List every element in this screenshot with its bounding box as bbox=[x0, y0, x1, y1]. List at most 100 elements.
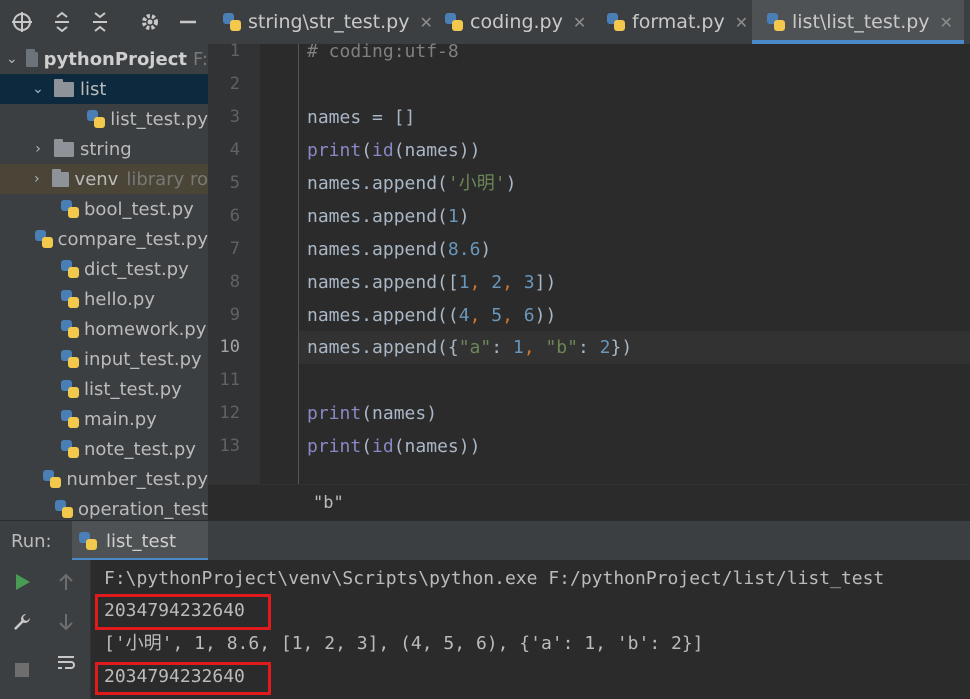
gear-icon[interactable] bbox=[138, 10, 162, 34]
tree-item-label: list_test.py bbox=[110, 108, 208, 130]
run-toolbar-secondary bbox=[42, 560, 91, 699]
python-file-icon bbox=[60, 349, 80, 369]
tree-item-list[interactable]: ⌄ list bbox=[0, 74, 208, 104]
python-file-icon bbox=[60, 439, 80, 459]
code-line-1: # coding:utf-8 bbox=[307, 41, 459, 62]
code-line-13: print(id(names)) bbox=[307, 436, 481, 457]
soft-wrap-icon[interactable] bbox=[54, 650, 78, 674]
minimize-icon[interactable] bbox=[176, 10, 200, 34]
tree-item-file[interactable]: input_test.py bbox=[0, 344, 208, 374]
console-line-command: F:\pythonProject\venv\Scripts\python.exe… bbox=[104, 568, 885, 589]
tree-item-label: operation_test bbox=[78, 498, 208, 520]
line-number: 8 bbox=[229, 272, 240, 292]
tab-label: string\str_test.py bbox=[248, 11, 410, 33]
tree-item-file[interactable]: note_test.py bbox=[0, 434, 208, 464]
run-tab-label: list_test bbox=[106, 530, 177, 552]
tree-item-label: homework.py bbox=[84, 318, 207, 340]
fold-divider bbox=[298, 44, 299, 484]
run-tab-list-test[interactable]: list_test bbox=[72, 521, 208, 561]
tree-item-label: note_test.py bbox=[84, 438, 196, 460]
line-number-current: 10 bbox=[219, 337, 240, 357]
tree-item-list-test-py[interactable]: list_test.py bbox=[0, 104, 208, 134]
python-file-icon bbox=[60, 199, 80, 219]
tree-item-file[interactable]: bool_test.py bbox=[0, 194, 208, 224]
line-number: 3 bbox=[229, 107, 240, 127]
tree-item-label: dict_test.py bbox=[84, 258, 189, 280]
tree-item-label: hello.py bbox=[84, 288, 155, 310]
code-line-12: print(names) bbox=[307, 403, 438, 424]
close-icon[interactable]: ✕ bbox=[735, 13, 748, 32]
python-file-icon bbox=[606, 12, 626, 32]
tree-item-label: input_test.py bbox=[84, 348, 202, 370]
tree-root[interactable]: ⌄ pythonProject F: bbox=[0, 44, 208, 74]
run-label: Run: bbox=[11, 531, 52, 552]
tab-list-test[interactable]: list\list_test.py ✕ bbox=[752, 0, 964, 44]
tree-item-string[interactable]: › string bbox=[0, 134, 208, 164]
chevron-right-icon[interactable]: › bbox=[30, 171, 44, 187]
python-file-icon bbox=[766, 12, 786, 32]
line-number: 13 bbox=[219, 436, 240, 456]
python-file-icon bbox=[54, 499, 74, 519]
tree-item-venv[interactable]: › venv library ro bbox=[0, 164, 208, 194]
run-icon[interactable] bbox=[10, 570, 34, 594]
chevron-right-icon[interactable]: › bbox=[30, 141, 46, 157]
arrow-up-icon[interactable] bbox=[54, 570, 78, 594]
tree-item-file[interactable]: homework.py bbox=[0, 314, 208, 344]
chevron-down-icon[interactable]: ⌄ bbox=[6, 51, 18, 67]
line-number: 7 bbox=[229, 239, 240, 259]
tree-item-label: bool_test.py bbox=[84, 198, 194, 220]
chevron-down-icon[interactable]: ⌄ bbox=[30, 81, 46, 97]
tree-item-file[interactable]: operation_test bbox=[0, 494, 208, 520]
collapse-all-icon[interactable] bbox=[88, 10, 112, 34]
wrench-icon[interactable] bbox=[10, 610, 34, 634]
tree-item-file[interactable]: compare_test.py bbox=[0, 224, 208, 254]
tree-item-file[interactable]: list_test.py bbox=[0, 374, 208, 404]
python-file-icon bbox=[60, 259, 80, 279]
locate-icon[interactable] bbox=[10, 10, 34, 34]
tab-format[interactable]: format.py ✕ bbox=[606, 0, 748, 44]
arrow-down-icon[interactable] bbox=[54, 610, 78, 634]
folder-icon bbox=[25, 48, 38, 67]
folder-icon bbox=[51, 168, 69, 187]
python-file-icon bbox=[86, 109, 106, 129]
tree-item-file[interactable]: hello.py bbox=[0, 284, 208, 314]
close-icon[interactable]: ✕ bbox=[419, 13, 432, 32]
highlight-box bbox=[95, 662, 271, 695]
tree-root-label: pythonProject bbox=[43, 48, 187, 70]
folder-icon bbox=[54, 138, 74, 157]
close-icon[interactable]: ✕ bbox=[940, 13, 953, 32]
python-file-icon bbox=[78, 531, 98, 551]
tree-item-hint: library ro bbox=[126, 168, 208, 190]
tree-root-hint: F: bbox=[192, 48, 208, 70]
breadcrumb-text[interactable]: "b" bbox=[313, 493, 344, 513]
python-file-icon bbox=[222, 12, 242, 32]
code-line-5: names.append('小明') bbox=[307, 173, 517, 194]
close-icon[interactable]: ✕ bbox=[573, 13, 586, 32]
python-file-icon bbox=[444, 12, 464, 32]
tree-item-file[interactable]: number_test.py bbox=[0, 464, 208, 494]
tab-label: list\list_test.py bbox=[792, 11, 930, 33]
tree-item-file[interactable]: main.py bbox=[0, 404, 208, 434]
code-line-8: names.append([1, 2, 3]) bbox=[307, 272, 557, 293]
tree-item-label: string bbox=[80, 138, 132, 160]
folder-icon bbox=[54, 78, 74, 97]
tree-item-label: list bbox=[80, 78, 107, 100]
tree-item-label: main.py bbox=[84, 408, 157, 430]
code-line-10: names.append({"a": 1, "b": 2}) bbox=[307, 337, 633, 358]
code-line-9: names.append((4, 5, 6)) bbox=[307, 305, 557, 326]
run-panel-header: Run: list_test bbox=[0, 520, 970, 561]
python-file-icon bbox=[42, 469, 62, 489]
code-line-3: names = [] bbox=[307, 107, 416, 128]
line-number: 6 bbox=[229, 206, 240, 226]
line-number: 5 bbox=[229, 173, 240, 193]
tab-coding[interactable]: coding.py ✕ bbox=[444, 0, 586, 44]
stop-icon[interactable] bbox=[10, 658, 34, 682]
expand-all-icon[interactable] bbox=[50, 10, 74, 34]
editor-breadcrumb: "b" bbox=[208, 484, 970, 521]
code-line-6: names.append(1) bbox=[307, 206, 470, 227]
tree-item-file[interactable]: dict_test.py bbox=[0, 254, 208, 284]
python-file-icon bbox=[60, 289, 80, 309]
line-number: 11 bbox=[219, 370, 240, 390]
tree-item-label: list_test.py bbox=[84, 378, 182, 400]
tree-item-label: number_test.py bbox=[66, 468, 208, 490]
